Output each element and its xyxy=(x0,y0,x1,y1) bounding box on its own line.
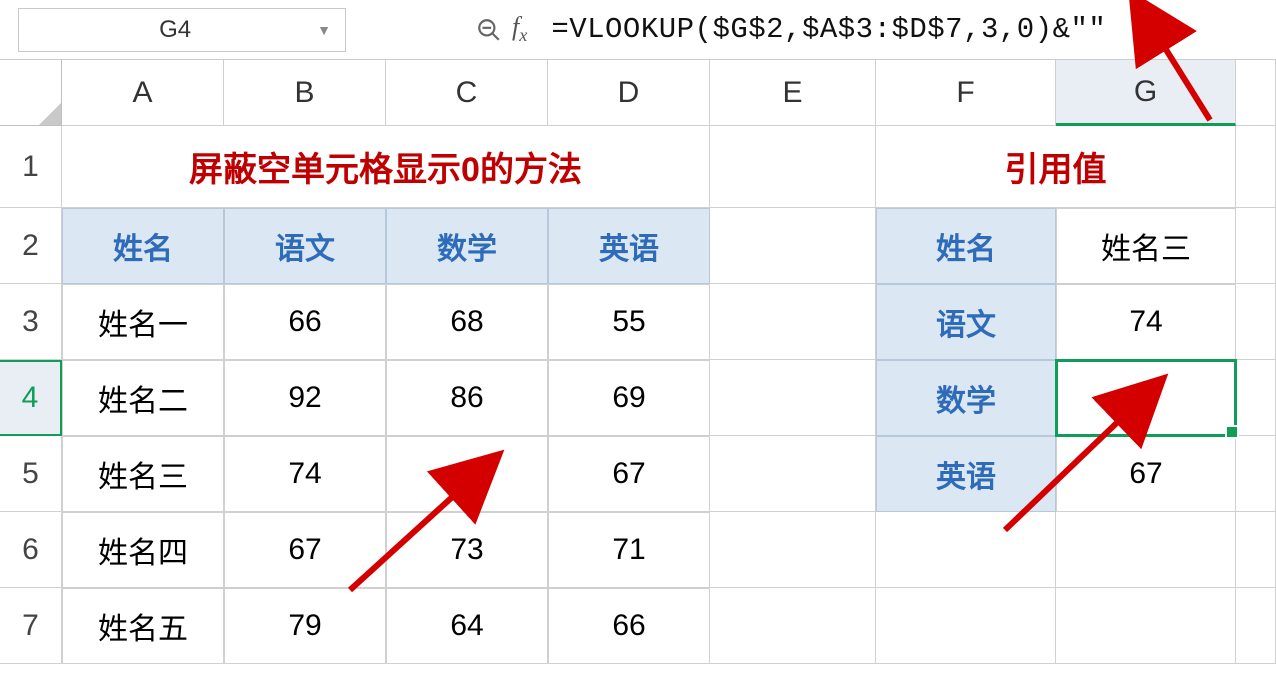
cell-C6[interactable]: 73 xyxy=(386,512,548,588)
right-value-chinese[interactable]: 74 xyxy=(1056,284,1236,360)
row-header-3[interactable]: 3 xyxy=(0,284,62,360)
cell-E2[interactable] xyxy=(710,208,876,284)
name-box[interactable]: G4 ▼ xyxy=(18,8,346,52)
right-value-english[interactable]: 67 xyxy=(1056,436,1236,512)
row-5: 5 姓名三 74 67 英语 67 xyxy=(0,436,1276,512)
col-header-B[interactable]: B xyxy=(224,60,386,126)
cell-B4[interactable]: 92 xyxy=(224,360,386,436)
row-header-6[interactable]: 6 xyxy=(0,512,62,588)
col-header-A[interactable]: A xyxy=(62,60,224,126)
select-all-corner[interactable] xyxy=(0,60,62,126)
formula-bar: G4 ▼ fx xyxy=(0,0,1276,60)
cell-D6[interactable]: 71 xyxy=(548,512,710,588)
cell-G4-selected[interactable] xyxy=(1056,360,1236,436)
left-header-chinese[interactable]: 语文 xyxy=(224,208,386,284)
row-2: 2 姓名 语文 数学 英语 姓名 姓名三 xyxy=(0,208,1276,284)
spreadsheet-grid: A B C D E F G 1 屏蔽空单元格显示0的方法 引用值 2 姓名 语文… xyxy=(0,60,1276,664)
cell-F6[interactable] xyxy=(876,512,1056,588)
col-header-D[interactable]: D xyxy=(548,60,710,126)
title-right[interactable]: 引用值 xyxy=(876,126,1236,208)
col-header-G[interactable]: G xyxy=(1056,60,1236,126)
cell-A6[interactable]: 姓名四 xyxy=(62,512,224,588)
right-label-math[interactable]: 数学 xyxy=(876,360,1056,436)
row-header-2[interactable]: 2 xyxy=(0,208,62,284)
row-7: 7 姓名五 79 64 66 xyxy=(0,588,1276,664)
row-4: 4 姓名二 92 86 69 数学 xyxy=(0,360,1276,436)
cell-E4[interactable] xyxy=(710,360,876,436)
fx-group: fx xyxy=(476,12,535,46)
cell-E1[interactable] xyxy=(710,126,876,208)
row-header-4[interactable]: 4 xyxy=(0,360,62,436)
cell-G6[interactable] xyxy=(1056,512,1236,588)
row-1: 1 屏蔽空单元格显示0的方法 引用值 xyxy=(0,126,1276,208)
cell-E7[interactable] xyxy=(710,588,876,664)
cell-A5[interactable]: 姓名三 xyxy=(62,436,224,512)
cell-D5[interactable]: 67 xyxy=(548,436,710,512)
left-header-name[interactable]: 姓名 xyxy=(62,208,224,284)
cell-A3[interactable]: 姓名一 xyxy=(62,284,224,360)
cell-C7[interactable]: 64 xyxy=(386,588,548,664)
right-value-name[interactable]: 姓名三 xyxy=(1056,208,1236,284)
left-header-english[interactable]: 英语 xyxy=(548,208,710,284)
cell-A7[interactable]: 姓名五 xyxy=(62,588,224,664)
row-header-5[interactable]: 5 xyxy=(0,436,62,512)
column-header-row: A B C D E F G xyxy=(0,60,1276,126)
cell-G7[interactable] xyxy=(1056,588,1236,664)
col-header-C[interactable]: C xyxy=(386,60,548,126)
cell-B3[interactable]: 66 xyxy=(224,284,386,360)
cell-E6[interactable] xyxy=(710,512,876,588)
left-header-math[interactable]: 数学 xyxy=(386,208,548,284)
cell-C4[interactable]: 86 xyxy=(386,360,548,436)
cell-E5[interactable] xyxy=(710,436,876,512)
col-header-E[interactable]: E xyxy=(710,60,876,126)
cell-E3[interactable] xyxy=(710,284,876,360)
zoom-out-icon[interactable] xyxy=(476,17,502,43)
right-label-name[interactable]: 姓名 xyxy=(876,208,1056,284)
right-label-english[interactable]: 英语 xyxy=(876,436,1056,512)
row-header-7[interactable]: 7 xyxy=(0,588,62,664)
cell-C5[interactable] xyxy=(386,436,548,512)
row-6: 6 姓名四 67 73 71 xyxy=(0,512,1276,588)
cell-B6[interactable]: 67 xyxy=(224,512,386,588)
cell-B7[interactable]: 79 xyxy=(224,588,386,664)
formula-input[interactable] xyxy=(545,8,1258,52)
cell-C3[interactable]: 68 xyxy=(386,284,548,360)
col-header-overflow xyxy=(1236,60,1276,126)
chevron-down-icon[interactable]: ▼ xyxy=(317,22,331,38)
cell-D3[interactable]: 55 xyxy=(548,284,710,360)
cell-B5[interactable]: 74 xyxy=(224,436,386,512)
cell-D7[interactable]: 66 xyxy=(548,588,710,664)
row-3: 3 姓名一 66 68 55 语文 74 xyxy=(0,284,1276,360)
cell-A4[interactable]: 姓名二 xyxy=(62,360,224,436)
col-header-F[interactable]: F xyxy=(876,60,1056,126)
name-box-value: G4 xyxy=(33,16,317,44)
cell-F7[interactable] xyxy=(876,588,1056,664)
right-label-chinese[interactable]: 语文 xyxy=(876,284,1056,360)
cell-D4[interactable]: 69 xyxy=(548,360,710,436)
row-header-1[interactable]: 1 xyxy=(0,126,62,208)
title-left[interactable]: 屏蔽空单元格显示0的方法 xyxy=(62,126,710,208)
fx-icon[interactable]: fx xyxy=(512,12,527,46)
